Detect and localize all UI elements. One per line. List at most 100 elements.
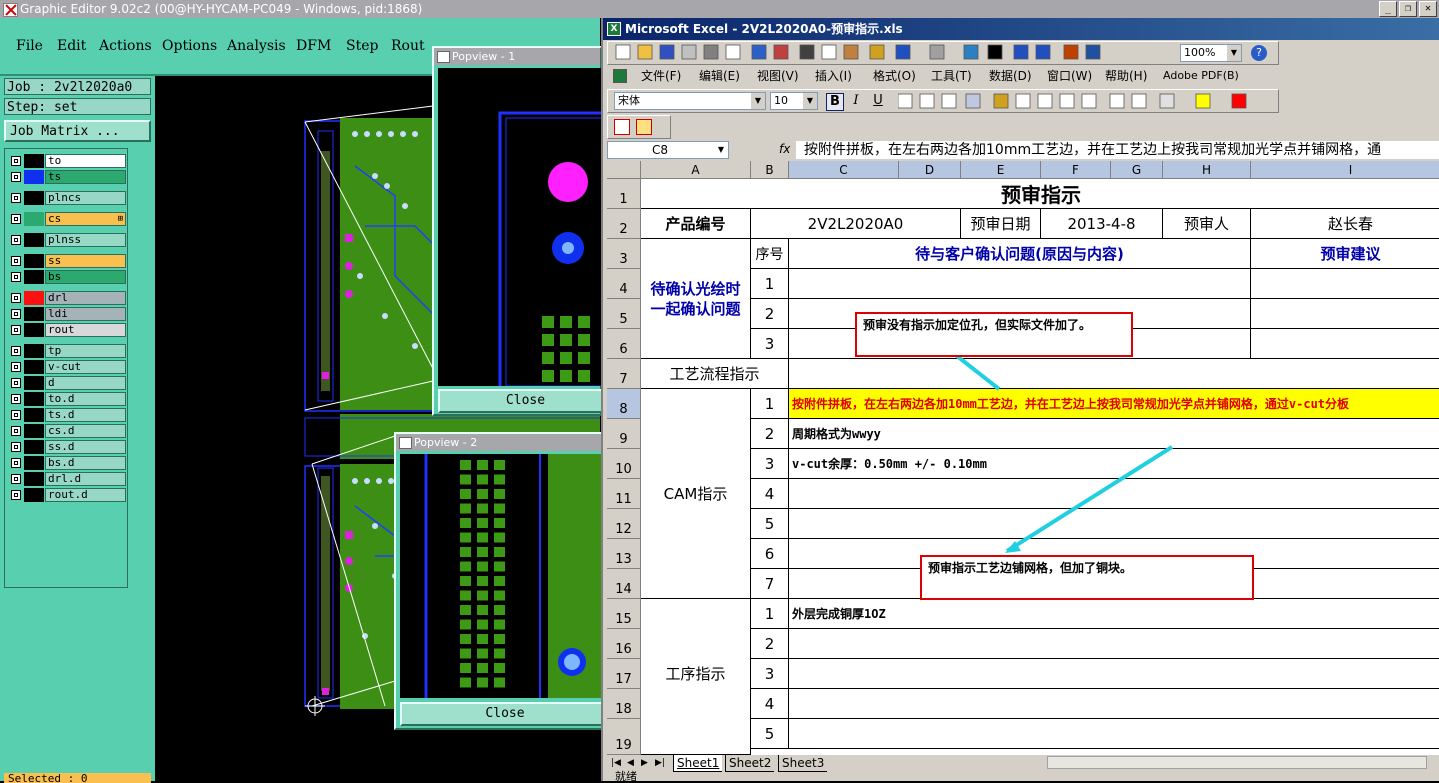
format-painter-icon[interactable] <box>869 44 885 60</box>
formula-bar[interactable]: 按附件拼板，在左右两边各加10mm工艺边，并在工艺边上按我司常规加光学点并铺网格… <box>796 141 1439 159</box>
menu-actions[interactable]: Actions <box>99 38 152 54</box>
last-sheet-icon[interactable]: ▶| <box>655 755 665 771</box>
layer-name[interactable]: plnss <box>45 233 126 247</box>
layer-color-swatch[interactable] <box>24 212 44 226</box>
help-icon[interactable]: ? <box>1251 45 1267 61</box>
cut-icon[interactable] <box>799 44 815 60</box>
bold-button[interactable]: B <box>826 93 844 111</box>
excel-title-bar[interactable]: X Microsoft Excel - 2V2L2020A0-预审指示.xls <box>603 18 1439 40</box>
layer-row-to-d[interactable]: to.d <box>8 392 126 406</box>
zoom-select[interactable]: 100% ▼ <box>1180 44 1242 62</box>
popview-2-canvas[interactable] <box>400 454 602 698</box>
menu-step[interactable]: Step <box>346 38 378 54</box>
layer-color-swatch[interactable] <box>24 488 44 502</box>
menu-tools-cn[interactable]: 工具(T) <box>931 66 972 86</box>
menu-rout[interactable]: Rout <box>391 38 425 54</box>
tab-sheet3[interactable]: Sheet3 <box>778 755 828 772</box>
layer-checkbox[interactable] <box>11 293 21 303</box>
layer-row-ss[interactable]: ss <box>8 254 126 268</box>
genesis-title-bar[interactable]: Graphic Editor 9.02c2 (00@HY-HYCAM-PC049… <box>0 0 1439 18</box>
menu-file[interactable]: File <box>16 38 43 54</box>
layer-row-rout[interactable]: rout <box>8 323 126 337</box>
popview-2-title-bar[interactable]: Popview - 2 <box>396 434 602 451</box>
print-icon[interactable] <box>703 44 719 60</box>
layer-name[interactable]: ldi <box>45 307 126 321</box>
layer-name[interactable]: drl.d <box>45 472 126 486</box>
layer-name[interactable]: cs ⊞ <box>45 212 126 226</box>
layer-row-rout-d[interactable]: rout.d <box>8 488 126 502</box>
layer-row-cs[interactable]: cs ⊞ <box>8 212 126 226</box>
menu-edit[interactable]: Edit <box>57 38 86 54</box>
layer-checkbox[interactable] <box>11 458 21 468</box>
currency-icon[interactable] <box>993 93 1009 109</box>
layer-color-swatch[interactable] <box>24 323 44 337</box>
layer-checkbox[interactable] <box>11 490 21 500</box>
layer-color-swatch[interactable] <box>24 376 44 390</box>
pdf-convert-icon[interactable] <box>614 119 630 135</box>
layer-row-d[interactable]: d <box>8 376 126 390</box>
chart-wizard-icon[interactable] <box>1063 44 1079 60</box>
layer-row-ldi[interactable]: ldi <box>8 307 126 321</box>
layer-color-swatch[interactable] <box>24 233 44 247</box>
first-sheet-icon[interactable]: |◀ <box>611 755 621 771</box>
align-center-icon[interactable] <box>919 93 935 109</box>
sort-desc-icon[interactable] <box>1035 44 1051 60</box>
layer-name[interactable]: d <box>45 376 126 390</box>
layer-color-swatch[interactable] <box>24 360 44 374</box>
popview-2-window[interactable]: Popview - 2 Close <box>394 432 610 730</box>
layer-name[interactable]: rout <box>45 323 126 337</box>
layer-color-swatch[interactable] <box>24 291 44 305</box>
popview-1-window[interactable]: Popview - 1 Close <box>432 46 613 416</box>
layer-row-to[interactable]: to <box>8 154 126 168</box>
font-select[interactable]: 宋体 ▼ <box>614 92 766 110</box>
menu-dfm[interactable]: DFM <box>296 38 331 54</box>
layer-color-swatch[interactable] <box>24 408 44 422</box>
redo-icon[interactable] <box>929 44 945 60</box>
worksheet-grid[interactable]: A B C D E F G H I 1 2 3 4 5 6 7 8 9 10 11 12 13 14 15 1… <box>607 161 1439 755</box>
copy-icon[interactable] <box>821 44 837 60</box>
layer-color-swatch[interactable] <box>24 254 44 268</box>
layer-name[interactable]: bs <box>45 270 126 284</box>
layer-name[interactable]: ts <box>45 170 126 184</box>
next-sheet-icon[interactable]: ▶ <box>641 755 648 771</box>
layer-color-swatch[interactable] <box>24 472 44 486</box>
paste-icon[interactable] <box>843 44 859 60</box>
layer-row-ts-d[interactable]: ts.d <box>8 408 126 422</box>
fill-color-icon[interactable] <box>1195 93 1211 109</box>
workbook-icon[interactable] <box>613 69 627 83</box>
layer-color-swatch[interactable] <box>24 440 44 454</box>
layer-name[interactable]: tp <box>45 344 126 358</box>
layer-row-ss-d[interactable]: ss.d <box>8 440 126 454</box>
layer-row-tp[interactable]: tp <box>8 344 126 358</box>
merge-center-icon[interactable] <box>965 93 981 109</box>
font-color-icon[interactable] <box>1231 93 1247 109</box>
menu-data-cn[interactable]: 数据(D) <box>989 66 1032 86</box>
pdf-mail-icon[interactable] <box>636 119 652 135</box>
layer-checkbox[interactable] <box>11 156 21 166</box>
layer-checkbox[interactable] <box>11 442 21 452</box>
layer-name[interactable]: drl <box>45 291 126 305</box>
layer-name[interactable]: to.d <box>45 392 126 406</box>
layer-color-swatch[interactable] <box>24 344 44 358</box>
layer-row-plncs[interactable]: plncs <box>8 191 126 205</box>
layer-color-swatch[interactable] <box>24 392 44 406</box>
menu-view-cn[interactable]: 视图(V) <box>757 66 799 86</box>
layer-checkbox[interactable] <box>11 426 21 436</box>
prev-sheet-icon[interactable]: ◀ <box>627 755 634 771</box>
sort-asc-icon[interactable] <box>1013 44 1029 60</box>
layer-row-plnss[interactable]: plnss <box>8 233 126 247</box>
layer-row-drl[interactable]: drl <box>8 291 126 305</box>
layer-checkbox[interactable] <box>11 474 21 484</box>
decrease-decimal-icon[interactable] <box>1081 93 1097 109</box>
align-right-icon[interactable] <box>941 93 957 109</box>
layer-name[interactable]: bs.d <box>45 456 126 470</box>
decrease-indent-icon[interactable] <box>1109 93 1125 109</box>
autosum-icon[interactable] <box>987 44 1003 60</box>
layer-row-drl-d[interactable]: drl.d <box>8 472 126 486</box>
new-icon[interactable] <box>615 44 631 60</box>
undo-icon[interactable] <box>895 44 911 60</box>
layer-name[interactable]: ss <box>45 254 126 268</box>
layer-row-bs-d[interactable]: bs.d <box>8 456 126 470</box>
menu-window-cn[interactable]: 窗口(W) <box>1047 66 1092 86</box>
layer-checkbox[interactable] <box>11 410 21 420</box>
